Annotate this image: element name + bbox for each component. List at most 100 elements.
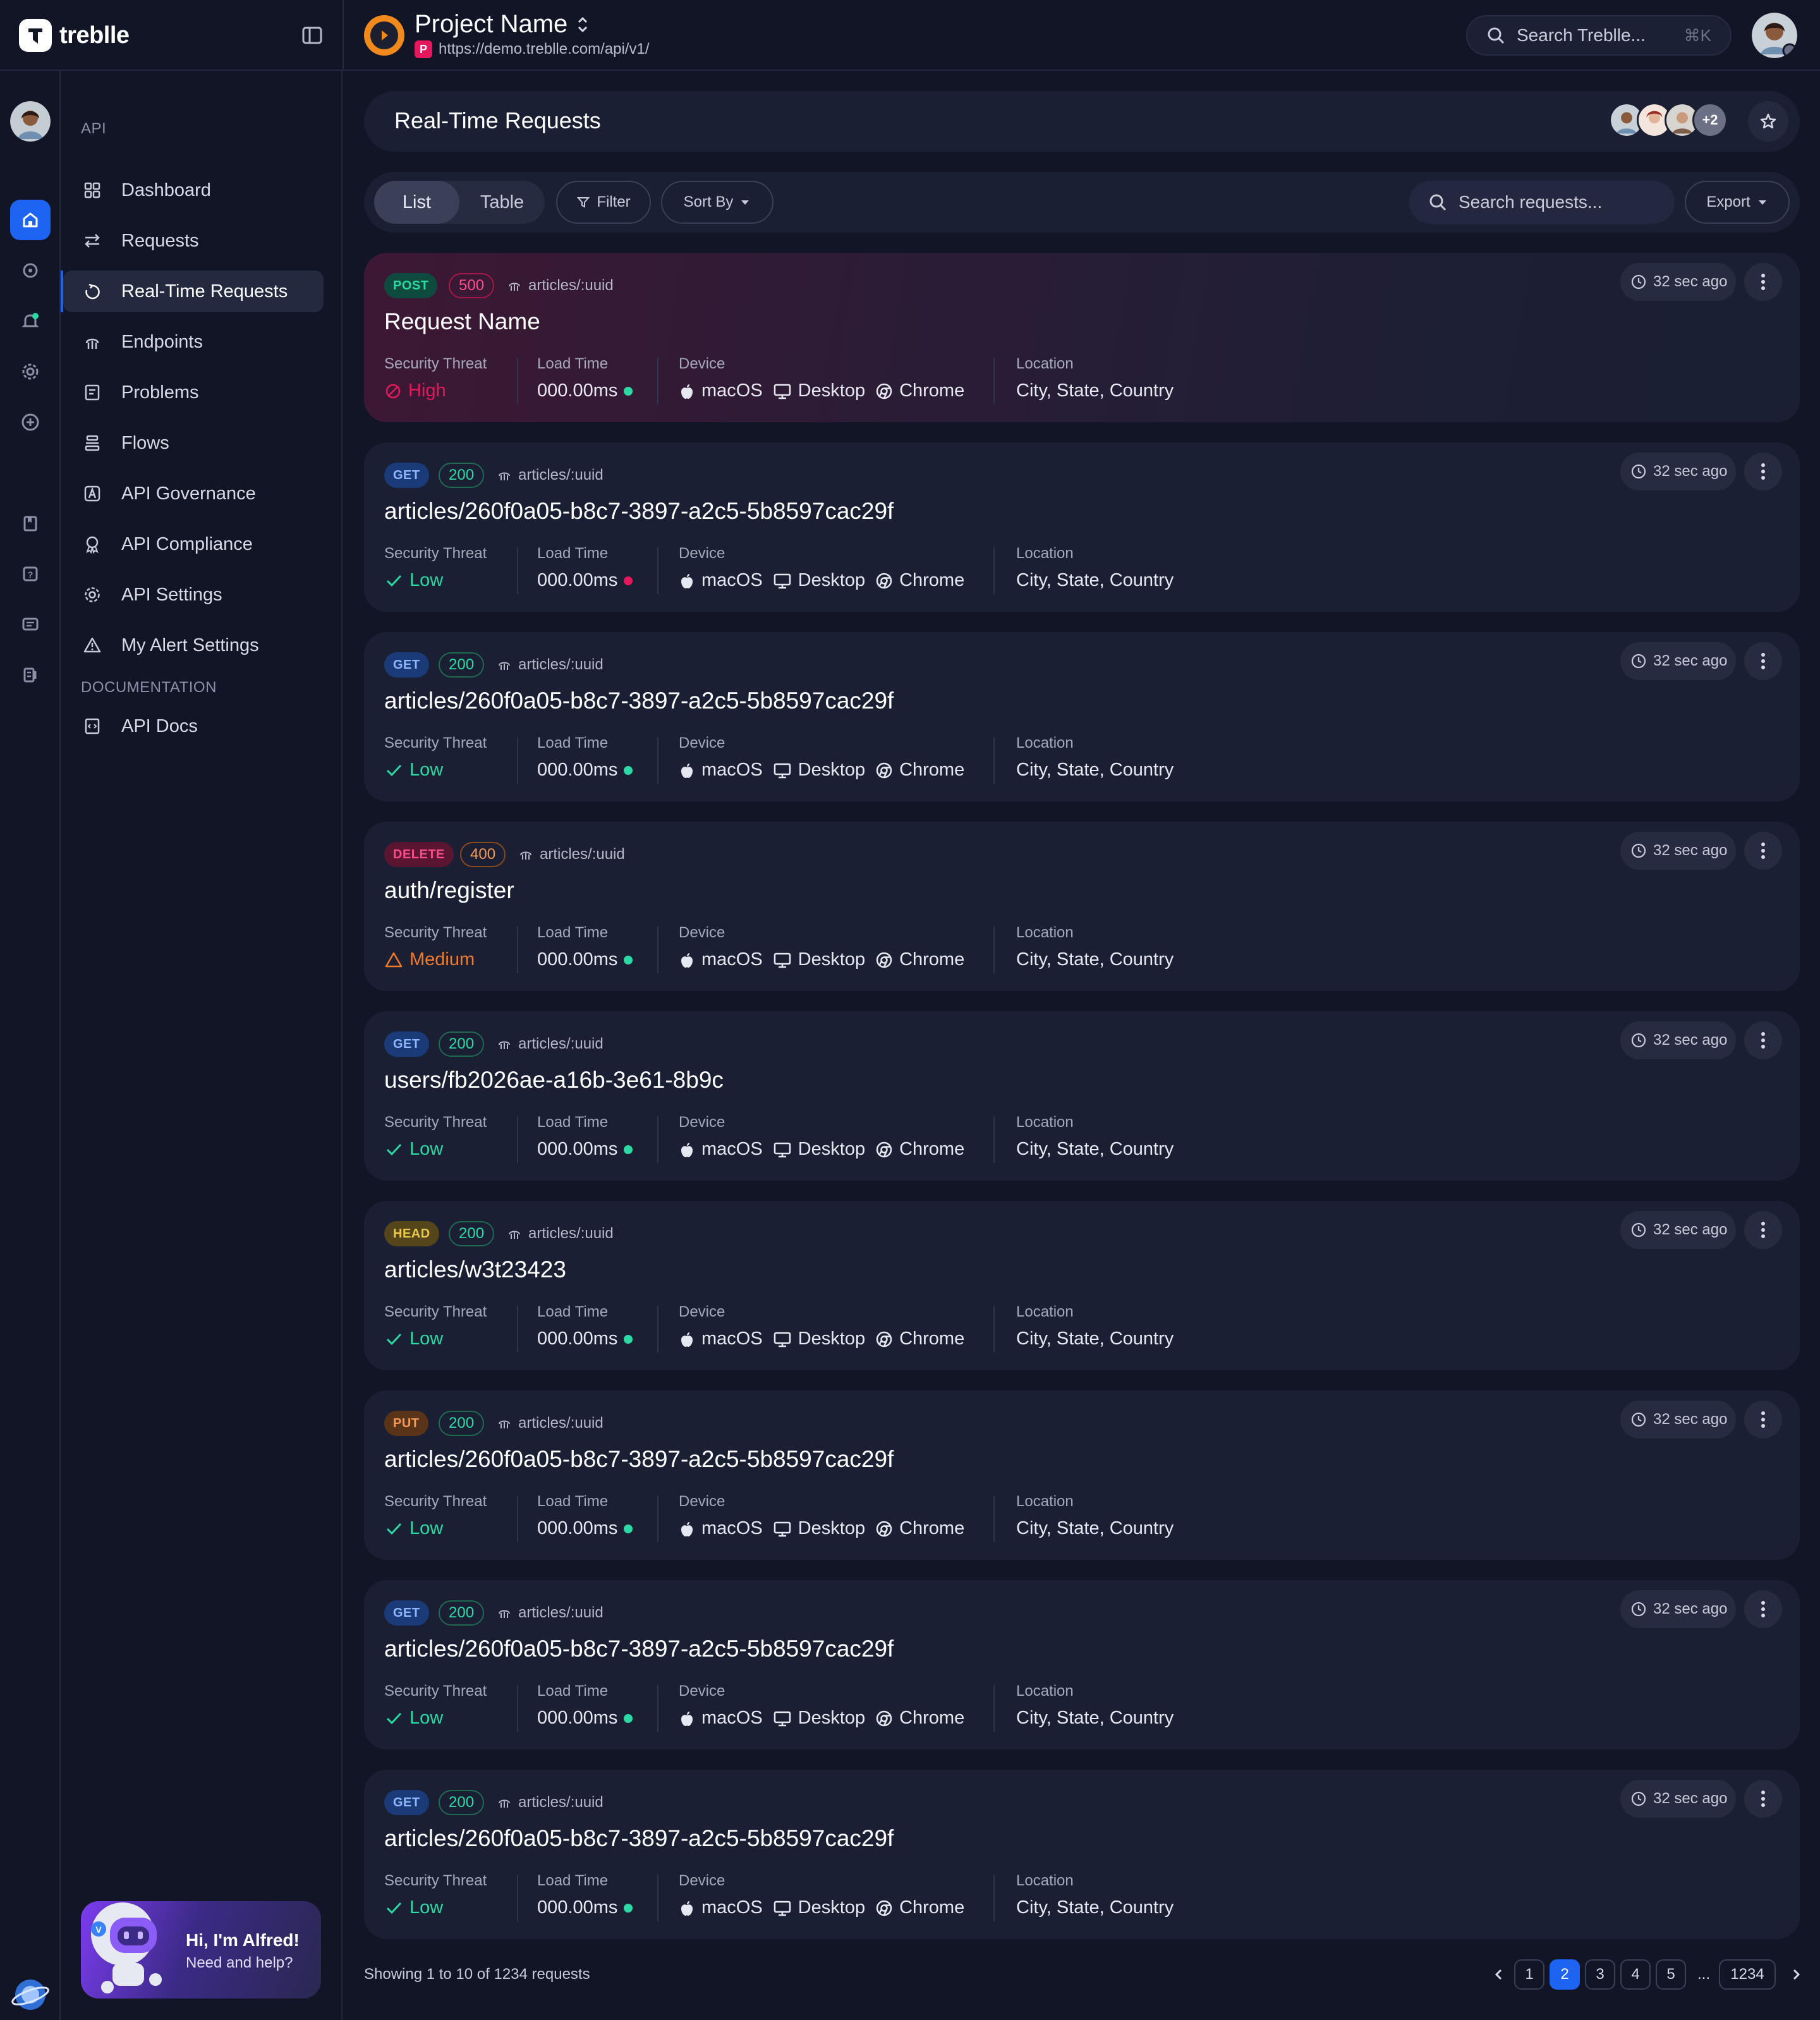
search-requests-input[interactable]: Search requests... xyxy=(1409,181,1675,224)
request-name[interactable]: articles/260f0a05-b8c7-3897-a2c5-5b8597c… xyxy=(384,498,894,525)
planet-icon[interactable] xyxy=(10,1974,51,2015)
endpoint-path[interactable]: articles/:uuid xyxy=(497,1411,604,1436)
notification-bell-icon[interactable] xyxy=(10,301,51,341)
view-list-button[interactable]: List xyxy=(374,181,459,224)
filter-button[interactable]: Filter xyxy=(556,181,651,224)
export-button[interactable]: Export xyxy=(1685,181,1790,224)
changelog-icon[interactable] xyxy=(10,655,51,695)
load-status-dot xyxy=(624,1524,633,1533)
add-icon[interactable] xyxy=(10,402,51,442)
favorite-button[interactable] xyxy=(1748,101,1788,142)
load-time-text: 000.00ms xyxy=(537,1139,618,1159)
security-threat-label: Security Threat xyxy=(384,1682,487,1700)
endpoint-path[interactable]: articles/:uuid xyxy=(497,652,604,678)
request-name[interactable]: articles/260f0a05-b8c7-3897-a2c5-5b8597c… xyxy=(384,688,894,714)
page-button[interactable]: 1 xyxy=(1514,1959,1544,1990)
request-name[interactable]: articles/w3t23423 xyxy=(384,1256,566,1283)
prev-page-button[interactable] xyxy=(1484,1959,1514,1990)
endpoint-path[interactable]: articles/:uuid xyxy=(497,463,604,488)
load-time-label: Load Time xyxy=(537,1493,609,1510)
sort-button[interactable]: Sort By xyxy=(661,181,774,224)
more-options-button[interactable] xyxy=(1744,1780,1782,1818)
view-table-button[interactable]: Table xyxy=(459,181,545,224)
location-label: Location xyxy=(1016,355,1074,372)
sidebar-item-api-docs[interactable]: API Docs xyxy=(63,705,324,747)
more-options-button[interactable] xyxy=(1744,1590,1782,1628)
request-card[interactable]: POST 500 articles/:uuid Request Name Sec… xyxy=(364,253,1800,422)
sidebar-item-api-compliance[interactable]: API Compliance xyxy=(63,523,324,565)
more-options-button[interactable] xyxy=(1744,832,1782,870)
request-card[interactable]: PUT 200 articles/:uuid articles/260f0a05… xyxy=(364,1390,1800,1560)
more-options-button[interactable] xyxy=(1744,453,1782,490)
sidebar-item-flows[interactable]: Flows xyxy=(63,422,324,464)
sidebar-item-api-settings[interactable]: API Settings xyxy=(63,574,324,616)
sidebar-item-problems[interactable]: Problems xyxy=(63,372,324,413)
page-button[interactable]: 3 xyxy=(1585,1959,1615,1990)
project-logo[interactable] xyxy=(364,15,404,56)
request-card[interactable]: GET 200 articles/:uuid articles/260f0a05… xyxy=(364,632,1800,801)
clock-icon xyxy=(1631,1602,1646,1617)
more-options-button[interactable] xyxy=(1744,1211,1782,1249)
collaborators-more: +2 xyxy=(1692,102,1728,138)
more-options-button[interactable] xyxy=(1744,1401,1782,1439)
endpoint-path[interactable]: articles/:uuid xyxy=(518,842,625,867)
book-icon[interactable] xyxy=(10,503,51,544)
request-card[interactable]: GET 200 articles/:uuid articles/260f0a05… xyxy=(364,442,1800,612)
timestamp-text: 32 sec ago xyxy=(1653,1411,1728,1428)
sidebar-item-my-alert-settings[interactable]: My Alert Settings xyxy=(63,624,324,666)
request-card[interactable]: DELETE 400 articles/:uuid auth/register … xyxy=(364,822,1800,991)
request-card[interactable]: HEAD 200 articles/:uuid articles/w3t2342… xyxy=(364,1201,1800,1370)
sidebar-item-requests[interactable]: Requests xyxy=(63,220,324,262)
endpoint-path[interactable]: articles/:uuid xyxy=(507,273,614,298)
feedback-icon[interactable] xyxy=(10,604,51,645)
alfred-help-card[interactable]: V Hi, I'm Alfred! Need and help? xyxy=(81,1901,321,1999)
request-name[interactable]: articles/260f0a05-b8c7-3897-a2c5-5b8597c… xyxy=(384,1446,894,1473)
device-label: Device xyxy=(679,545,725,562)
user-avatar[interactable] xyxy=(1752,13,1797,58)
timestamp-text: 32 sec ago xyxy=(1653,1031,1728,1049)
request-name[interactable]: users/fb2026ae-a16b-3e61-8b9c xyxy=(384,1067,724,1093)
endpoint-path[interactable]: articles/:uuid xyxy=(497,1790,604,1815)
collaborators[interactable]: +2 xyxy=(1609,102,1728,140)
home-icon[interactable] xyxy=(10,200,51,240)
sidebar-item-api-governance[interactable]: API Governance xyxy=(63,473,324,514)
sidebar-item-dashboard[interactable]: Dashboard xyxy=(63,169,324,211)
request-card[interactable]: GET 200 articles/:uuid articles/260f0a05… xyxy=(364,1580,1800,1749)
workspace-avatar[interactable] xyxy=(10,101,51,142)
endpoint-path[interactable]: articles/:uuid xyxy=(497,1600,604,1626)
timestamp-badge: 32 sec ago xyxy=(1620,1211,1737,1249)
more-options-button[interactable] xyxy=(1744,263,1782,301)
request-name[interactable]: articles/260f0a05-b8c7-3897-a2c5-5b8597c… xyxy=(384,1636,894,1662)
project-url[interactable]: P https://demo.treblle.com/api/v1/ xyxy=(415,40,650,58)
page-button[interactable]: 5 xyxy=(1656,1959,1686,1990)
global-search[interactable]: Search Treblle... ⌘K xyxy=(1466,15,1732,56)
security-threat-value: Low xyxy=(384,1518,443,1539)
request-card[interactable]: GET 200 articles/:uuid users/fb2026ae-a1… xyxy=(364,1011,1800,1181)
help-icon[interactable]: ? xyxy=(10,554,51,594)
api-docs-icon xyxy=(81,715,104,738)
sidebar-toggle-icon[interactable] xyxy=(300,23,325,48)
page-button-last[interactable]: 1234 xyxy=(1719,1959,1776,1990)
device-value: macOS Desktop Chrome xyxy=(679,1139,964,1160)
request-card[interactable]: GET 200 articles/:uuid articles/260f0a05… xyxy=(364,1770,1800,1939)
sidebar-item-endpoints[interactable]: Endpoints xyxy=(63,321,324,363)
next-page-button[interactable] xyxy=(1781,1959,1811,1990)
page-button[interactable]: 2 xyxy=(1550,1959,1580,1990)
endpoint-path[interactable]: articles/:uuid xyxy=(507,1221,614,1246)
gear-icon[interactable] xyxy=(10,351,51,392)
request-name[interactable]: Request Name xyxy=(384,308,540,335)
brand[interactable]: treblle xyxy=(19,18,130,53)
endpoint-path[interactable]: articles/:uuid xyxy=(497,1031,604,1057)
method-badge: POST xyxy=(384,273,438,298)
project-switcher[interactable]: Project Name xyxy=(415,10,589,39)
request-name[interactable]: auth/register xyxy=(384,877,514,904)
status-badge: 200 xyxy=(439,1790,485,1815)
security-threat-value: Low xyxy=(384,1139,443,1160)
more-options-button[interactable] xyxy=(1744,1021,1782,1059)
method-badge: DELETE xyxy=(384,842,454,867)
request-name[interactable]: articles/260f0a05-b8c7-3897-a2c5-5b8597c… xyxy=(384,1825,894,1852)
sidebar-item-real-time-requests[interactable]: Real-Time Requests xyxy=(61,271,324,312)
more-options-button[interactable] xyxy=(1744,642,1782,680)
insights-icon[interactable] xyxy=(10,250,51,291)
page-button[interactable]: 4 xyxy=(1620,1959,1651,1990)
